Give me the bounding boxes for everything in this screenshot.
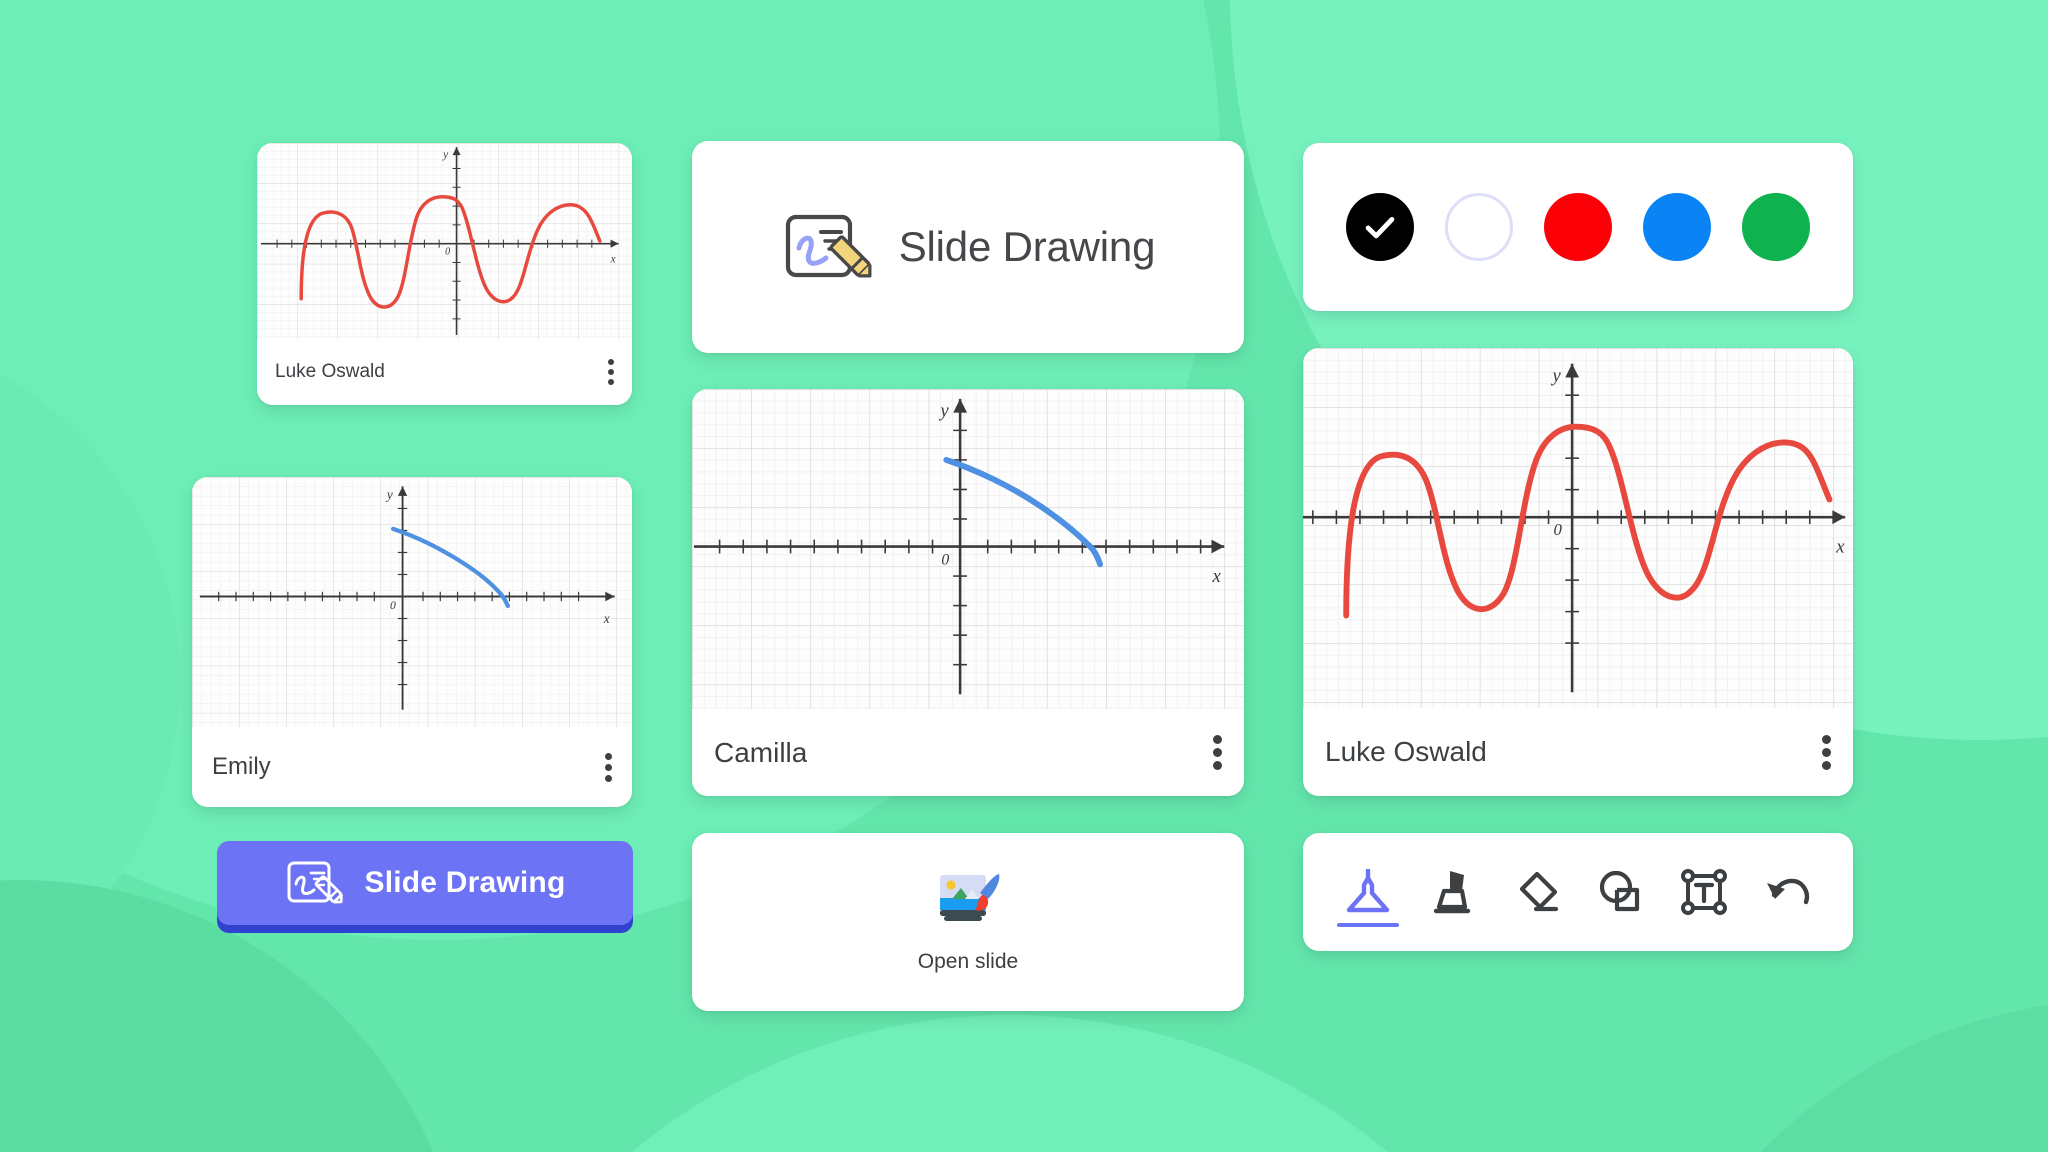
color-swatch-blue[interactable] <box>1643 193 1711 261</box>
kebab-menu-icon[interactable] <box>1213 735 1222 770</box>
color-swatch-black[interactable] <box>1346 193 1414 261</box>
open-slide-card[interactable]: Open slide <box>692 833 1244 1011</box>
color-swatch-white[interactable] <box>1445 193 1513 261</box>
kebab-menu-icon[interactable] <box>605 752 612 782</box>
tool-eraser[interactable] <box>1505 855 1567 929</box>
background-circle-5 <box>1620 1000 2048 1152</box>
slide-drawing-icon <box>285 856 345 911</box>
tool-shapes[interactable] <box>1589 855 1651 929</box>
svg-text:0: 0 <box>1553 520 1562 539</box>
slide-card-title: Luke Oswald <box>275 361 385 382</box>
background-circle-6 <box>0 330 180 1030</box>
slide-card-emily[interactable]: 0 y x Emily <box>192 477 632 807</box>
tool-pen[interactable] <box>1337 855 1399 929</box>
header-card: Slide Drawing <box>692 141 1244 353</box>
slide-card-footer: Camilla <box>692 709 1244 796</box>
slide-card-footer: Luke Oswald <box>1303 708 1853 796</box>
kebab-menu-icon[interactable] <box>1822 734 1831 770</box>
svg-text:0: 0 <box>390 599 396 612</box>
slide-card-title: Emily <box>212 753 271 780</box>
slide-drawing-button-label: Slide Drawing <box>364 866 566 899</box>
check-icon <box>1365 216 1395 239</box>
slide-thumbnail-luke-large[interactable]: 0 y x <box>1303 348 1853 708</box>
slide-card-luke-small[interactable]: 0 y x Luke Oswald <box>257 143 632 405</box>
tool-active-underline <box>1337 923 1399 927</box>
open-slide-label: Open slide <box>917 949 1019 973</box>
undo-arrow-icon <box>1767 878 1810 905</box>
svg-text:y: y <box>1550 365 1561 386</box>
slide-drawing-button[interactable]: Slide Drawing <box>217 841 633 925</box>
text-box-icon <box>1681 869 1727 915</box>
slide-thumbnail-emily[interactable]: 0 y x <box>192 477 632 727</box>
svg-text:y: y <box>938 401 949 422</box>
drawing-toolbar <box>1303 833 1853 951</box>
tool-text-box[interactable] <box>1673 855 1735 929</box>
tool-marker[interactable] <box>1421 855 1483 929</box>
color-swatch-green[interactable] <box>1742 193 1810 261</box>
svg-text:x: x <box>610 253 616 265</box>
slide-card-footer: Emily <box>192 727 632 807</box>
slide-card-footer: Luke Oswald <box>257 339 632 405</box>
app-root: 0 y x Luke Oswald 0 y x Emily Slide Draw… <box>0 0 2048 1152</box>
slide-card-title: Luke Oswald <box>1325 736 1487 767</box>
shapes-icon <box>1599 870 1640 912</box>
image-with-brush-icon <box>932 871 1004 932</box>
svg-text:0: 0 <box>941 551 949 568</box>
slide-drawing-icon <box>781 203 873 292</box>
color-swatch-red[interactable] <box>1544 193 1612 261</box>
marker-icon <box>1433 871 1471 914</box>
svg-text:y: y <box>442 149 449 161</box>
pen-nib-icon <box>1346 869 1390 913</box>
page-title: Slide Drawing <box>898 223 1156 270</box>
background-circle-4 <box>420 1015 1600 1152</box>
slide-thumbnail-camilla[interactable]: 0 y x <box>692 389 1244 709</box>
color-palette-card <box>1303 143 1853 311</box>
tool-undo[interactable] <box>1757 855 1819 929</box>
slide-thumbnail-luke-small[interactable]: 0 y x <box>257 143 632 339</box>
slide-card-camilla[interactable]: 0 y x Camilla <box>692 389 1244 796</box>
svg-text:x: x <box>1835 537 1845 558</box>
svg-text:x: x <box>1211 566 1221 587</box>
svg-text:0: 0 <box>445 246 450 257</box>
slide-card-title: Camilla <box>714 736 808 768</box>
kebab-menu-icon[interactable] <box>608 359 614 385</box>
svg-text:x: x <box>603 611 610 626</box>
slide-card-luke-large[interactable]: 0 y x Luke Oswald <box>1303 348 1853 796</box>
eraser-icon <box>1519 871 1559 912</box>
